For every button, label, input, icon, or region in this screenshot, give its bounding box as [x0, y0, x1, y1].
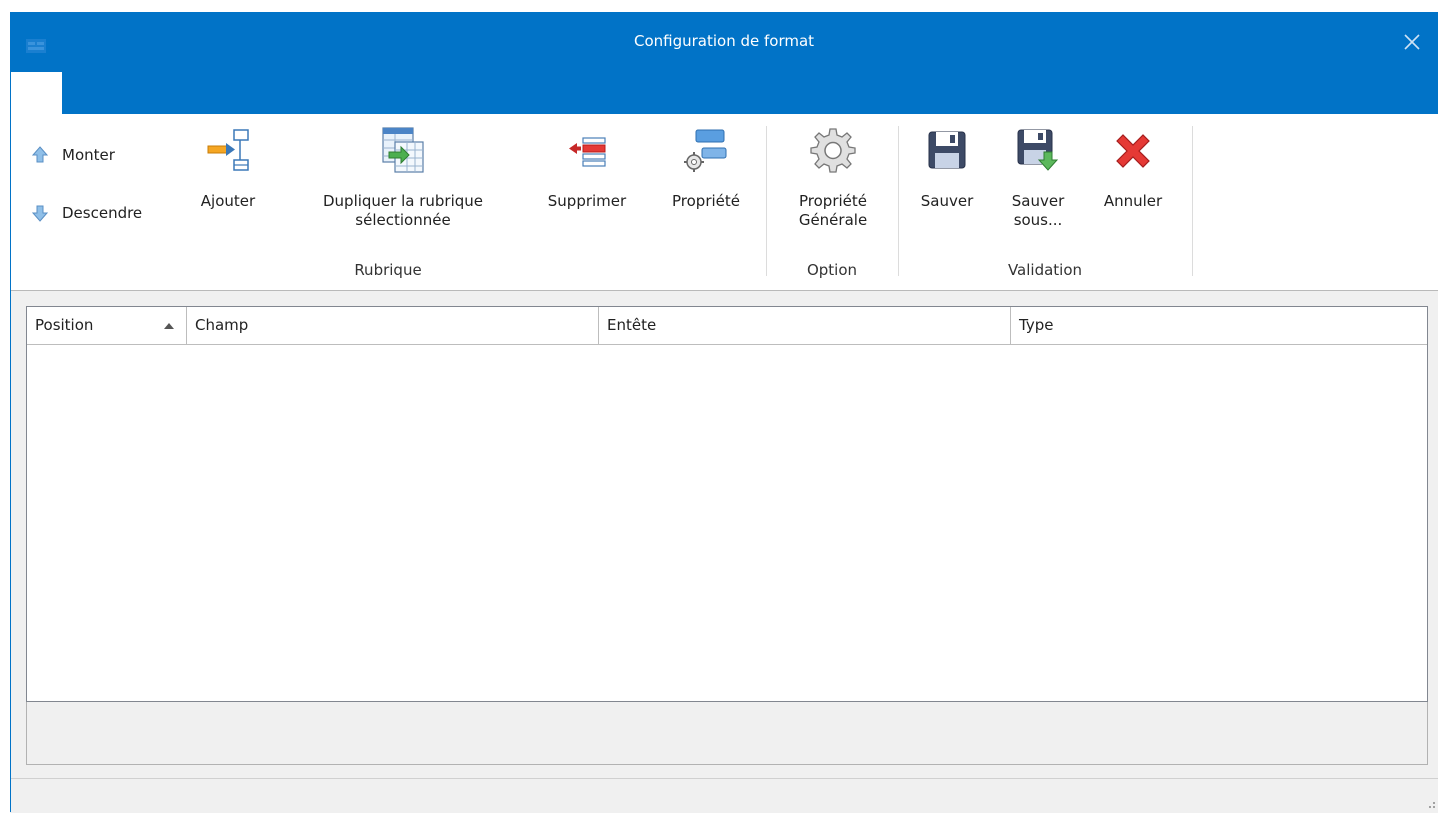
move-up-button[interactable]: Monter [32, 145, 115, 165]
grid-footer [26, 702, 1428, 765]
grid-header: Position Champ Entête Type [27, 307, 1427, 345]
general-properties-label-line2: Générale [798, 211, 868, 229]
ribbon-tab-active[interactable] [10, 72, 62, 114]
column-header-champ[interactable]: Champ [187, 307, 599, 344]
column-label: Champ [195, 316, 249, 334]
group-label-option: Option [806, 261, 858, 279]
delete-field-button[interactable]: Supprimer [536, 122, 638, 250]
duplicate-field-label-line1: Dupliquer la rubrique [322, 192, 484, 210]
add-field-icon [207, 129, 249, 171]
duplicate-field-icon [382, 127, 424, 173]
group-label-validation: Validation [1007, 261, 1083, 279]
group-separator [1192, 126, 1193, 276]
group-separator [898, 126, 899, 276]
ribbon: Monter Descendre Ajouter Dupliquer la ru… [10, 114, 1438, 290]
column-label: Entête [607, 316, 657, 334]
move-down-button[interactable]: Descendre [32, 203, 142, 223]
field-properties-label: Propriété [672, 192, 740, 210]
add-field-button[interactable]: Ajouter [196, 122, 260, 250]
field-properties-icon [684, 129, 727, 172]
window-title: Configuration de format [633, 32, 815, 50]
window-border [10, 72, 11, 812]
close-icon[interactable] [1400, 30, 1424, 54]
resize-grip-icon[interactable] [1426, 801, 1436, 811]
save-icon [928, 131, 966, 169]
general-properties-button[interactable]: Propriété Générale [776, 122, 890, 250]
ribbon-tab-bar [10, 72, 1438, 114]
arrow-up-icon [32, 146, 48, 163]
save-as-label-line2: sous... [1013, 211, 1063, 229]
column-label: Position [35, 316, 94, 334]
general-properties-label-line1: Propriété [799, 192, 867, 210]
group-separator [766, 126, 767, 276]
arrow-down-icon [32, 205, 48, 222]
delete-field-icon [569, 137, 606, 167]
delete-field-label: Supprimer [547, 192, 627, 210]
status-bar [10, 778, 1438, 813]
cancel-icon [1116, 134, 1150, 168]
save-label: Sauver [920, 192, 974, 210]
save-button[interactable]: Sauver [910, 122, 984, 250]
group-label-rubrique: Rubrique [354, 261, 422, 279]
save-as-button[interactable]: Sauver sous... [1000, 122, 1076, 250]
fields-grid[interactable]: Position Champ Entête Type [26, 306, 1428, 702]
field-properties-button[interactable]: Propriété [658, 122, 754, 250]
column-label: Type [1019, 316, 1054, 334]
add-field-label: Ajouter [200, 192, 256, 210]
save-as-label-line1: Sauver [1011, 192, 1065, 210]
move-up-label: Monter [62, 146, 115, 164]
duplicate-field-label-line2: sélectionnée [355, 211, 451, 229]
sort-ascending-icon [164, 323, 174, 329]
save-as-icon [1017, 129, 1059, 171]
move-down-label: Descendre [62, 204, 143, 222]
gear-icon [810, 128, 856, 173]
column-header-entete[interactable]: Entête [599, 307, 1011, 344]
duplicate-field-button[interactable]: Dupliquer la rubrique sélectionnée [292, 122, 514, 250]
cancel-button[interactable]: Annuler [1086, 122, 1180, 250]
cancel-label: Annuler [1103, 192, 1163, 210]
title-bar: Configuration de format [10, 12, 1438, 72]
column-header-type[interactable]: Type [1011, 307, 1427, 344]
